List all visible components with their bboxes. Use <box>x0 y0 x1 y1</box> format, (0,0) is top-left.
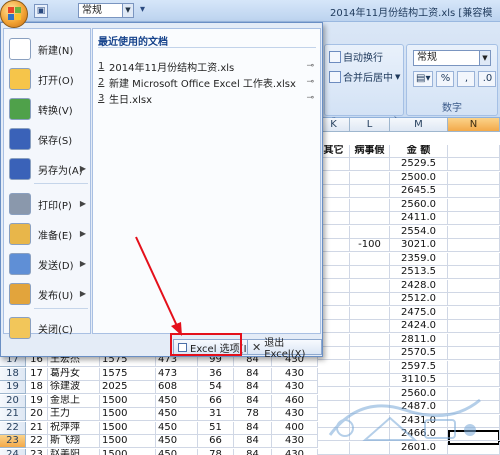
office-logo-icon <box>8 7 21 20</box>
watermark-logo <box>328 398 481 441</box>
annotation-arrow <box>135 236 182 336</box>
office-button[interactable] <box>0 0 28 28</box>
